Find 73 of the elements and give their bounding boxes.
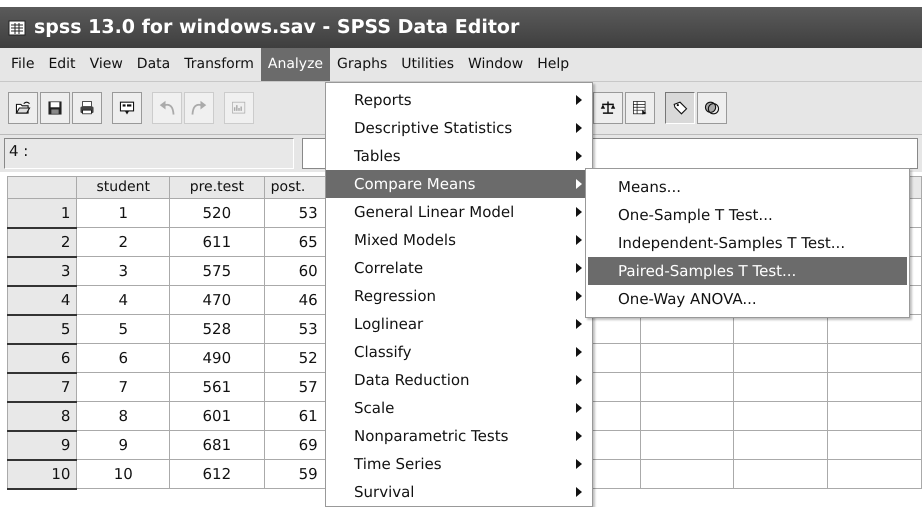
table-cell: 4	[76, 286, 170, 314]
folder-button[interactable]	[8, 92, 38, 124]
submenu-arrow-icon	[576, 95, 582, 105]
table-cell: 612	[170, 460, 264, 488]
table-cell: 575	[170, 256, 264, 286]
menu-item[interactable]: Tables	[326, 142, 592, 170]
monitor-button[interactable]	[112, 92, 142, 124]
table-cell: 3	[76, 256, 170, 286]
cell-reference-label: 4 :	[4, 138, 294, 169]
submenu-arrow-icon	[576, 151, 582, 161]
corner-cell	[8, 176, 77, 198]
submenu-arrow-icon	[576, 207, 582, 217]
row-header[interactable]: 9	[8, 430, 77, 460]
menu-item[interactable]: Descriptive Statistics	[326, 114, 592, 142]
floppy-disk-button[interactable]	[40, 92, 70, 124]
menu-item[interactable]: Help	[530, 48, 576, 81]
row-header[interactable]: 1	[8, 198, 77, 228]
table-cell: 601	[170, 402, 264, 430]
table-cell: 2	[76, 228, 170, 256]
menu-item[interactable]: Edit	[41, 48, 83, 81]
column-header[interactable]: pre.test	[170, 176, 264, 198]
table-cell: 470	[170, 286, 264, 314]
submenu-arrow-icon	[576, 375, 582, 385]
menu-item[interactable]: Utilities	[394, 48, 461, 81]
table-cell: 10	[76, 460, 170, 488]
balance-scale-button[interactable]	[593, 92, 623, 124]
table-button[interactable]	[625, 92, 655, 124]
menu-item[interactable]: Transform	[177, 48, 261, 81]
table-cell: 8	[76, 402, 170, 430]
menu-item[interactable]: Reports	[326, 86, 592, 114]
submenu-arrow-icon	[576, 291, 582, 301]
row-header[interactable]: 8	[8, 402, 77, 430]
table-cell: 520	[170, 198, 264, 228]
row-header[interactable]: 7	[8, 372, 77, 402]
table-cell: 1	[76, 198, 170, 228]
table-cell: 6	[76, 344, 170, 372]
menu-item[interactable]: Analyze	[260, 48, 330, 81]
row-header[interactable]: 5	[8, 314, 77, 344]
table-cell: 611	[170, 228, 264, 256]
row-header[interactable]: 10	[8, 460, 77, 488]
table-cell: 490	[170, 344, 264, 372]
column-header[interactable]: student	[76, 176, 170, 198]
table-cell: 7	[76, 372, 170, 402]
printer-button[interactable]	[72, 92, 102, 124]
submenu-arrow-icon	[576, 431, 582, 441]
submenu-arrow-icon	[576, 235, 582, 245]
row-header[interactable]: 4	[8, 286, 77, 314]
submenu-arrow-icon	[576, 347, 582, 357]
table-cell: 528	[170, 314, 264, 344]
submenu-arrow-icon	[576, 487, 582, 497]
menu-item[interactable]: Window	[461, 48, 530, 81]
table-cell: 5	[76, 314, 170, 344]
tag-button[interactable]	[665, 92, 695, 124]
table-cell: 9	[76, 430, 170, 460]
row-header[interactable]: 3	[8, 256, 77, 286]
submenu-arrow-icon	[576, 319, 582, 329]
submenu-arrow-icon	[576, 263, 582, 273]
row-header[interactable]: 2	[8, 228, 77, 256]
menu-item[interactable]: View	[82, 48, 130, 81]
menu-item[interactable]: Data	[130, 48, 178, 81]
menu-item[interactable]: Paired-Samples T Test...	[588, 257, 907, 285]
overlapping-circles-button[interactable]	[697, 92, 727, 124]
table-cell: 681	[170, 430, 264, 460]
menu-item[interactable]: Graphs	[330, 48, 394, 81]
submenu-arrow-icon	[576, 403, 582, 413]
window-title: spss 13.0 for windows.sav - SPSS Data Editor	[34, 15, 520, 40]
submenu-arrow-icon	[576, 459, 582, 469]
table-cell: 561	[170, 372, 264, 402]
spreadsheet-icon	[8, 20, 26, 36]
submenu-arrow-icon	[576, 123, 582, 133]
menu-item[interactable]: File	[4, 48, 42, 81]
submenu-arrow-icon	[576, 179, 582, 189]
row-header[interactable]: 6	[8, 344, 77, 372]
